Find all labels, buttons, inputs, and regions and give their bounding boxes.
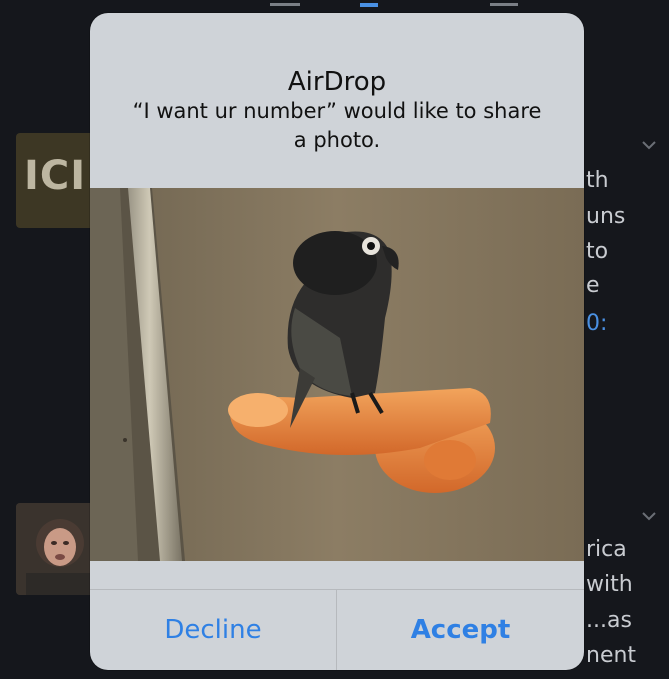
feed-text-fragment: th	[586, 168, 609, 193]
feed-text-fragment: to	[586, 239, 609, 264]
feed-text-fragment: nent	[586, 643, 637, 668]
feed-text-fragment: uns	[586, 204, 626, 229]
feed-link-fragment[interactable]: 0:	[586, 306, 607, 342]
feed-logo-text: ICI	[24, 153, 87, 199]
feed-text-fragment: ...as	[586, 608, 632, 633]
feed-text-fragment: rica	[586, 537, 627, 562]
chevron-down-icon[interactable]	[642, 511, 656, 523]
avatar[interactable]	[16, 503, 96, 595]
top-strip	[0, 0, 669, 10]
feed-logo[interactable]: ICI	[16, 133, 98, 228]
shared-photo-preview	[90, 188, 584, 561]
decline-button[interactable]: Decline	[90, 590, 336, 670]
dialog-message: “I want ur number” would like to share a…	[132, 99, 542, 152]
feed-text-fragment: e	[586, 273, 600, 298]
chevron-down-icon[interactable]	[642, 140, 656, 152]
dialog-title: AirDrop	[287, 67, 387, 97]
accept-button[interactable]: Accept	[337, 590, 584, 670]
airdrop-dialog: AirDrop “I want ur number” would like to…	[90, 13, 584, 670]
feed-text-fragment: with	[586, 572, 633, 597]
